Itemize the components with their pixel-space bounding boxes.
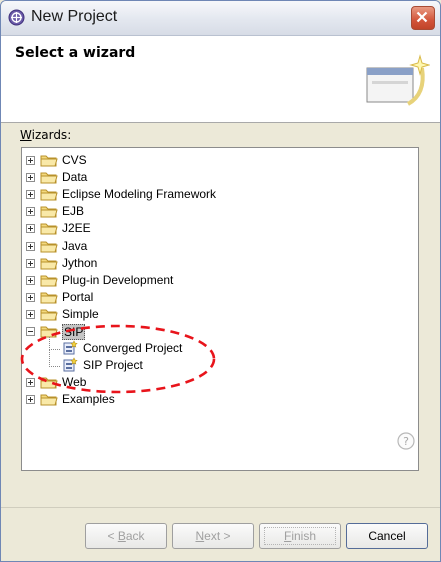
page-title: Select a wizard: [15, 45, 136, 61]
tree-item-label: EJB: [62, 204, 85, 219]
folder-icon: [40, 221, 58, 235]
folder-icon: [40, 324, 58, 338]
tree-child-item[interactable]: Converged Project: [22, 337, 412, 357]
tree-item[interactable]: Eclipse Modeling Framework: [22, 186, 412, 203]
tree-item-label: Java: [62, 238, 88, 253]
expand-icon[interactable]: [26, 207, 35, 217]
wizard-banner-icon: [366, 54, 430, 106]
new-project-dialog: New Project Select a wizard Wizards: CVS…: [0, 0, 441, 562]
folder-icon: [40, 392, 58, 406]
tree-item[interactable]: Examples: [22, 391, 412, 408]
help-icon[interactable]: ?: [396, 431, 416, 451]
folder-icon: [40, 170, 58, 184]
sip-project-icon: [62, 340, 78, 356]
tree-item[interactable]: Portal: [22, 289, 412, 306]
folder-icon: [40, 375, 58, 389]
svg-text:?: ?: [403, 435, 409, 448]
wizard-tree[interactable]: CVS Data Eclipse Modeling Framework EJB J2EE…: [21, 147, 419, 471]
expand-icon[interactable]: [26, 156, 35, 165]
expand-icon[interactable]: [26, 292, 35, 302]
window-title: New Project: [31, 8, 118, 25]
expand-icon[interactable]: [26, 309, 35, 319]
expand-icon[interactable]: [26, 190, 35, 200]
button-bar-separator: [1, 507, 440, 508]
tree-item[interactable]: Data: [22, 169, 412, 186]
folder-icon: [40, 204, 58, 218]
next-button[interactable]: Next >: [172, 523, 254, 549]
tree-item[interactable]: Java: [22, 238, 412, 255]
cancel-button[interactable]: Cancel: [346, 523, 428, 549]
eclipse-new-project-icon: [8, 9, 25, 26]
tree-item[interactable]: Jython: [22, 255, 412, 272]
tree-connector: [49, 349, 60, 368]
folder-icon: [40, 239, 58, 253]
title-bar[interactable]: New Project: [1, 1, 440, 36]
collapse-icon[interactable]: [26, 327, 35, 336]
tree-item-label: Web: [62, 375, 87, 390]
tree-item-label: Portal: [62, 289, 94, 304]
expand-icon[interactable]: [26, 258, 35, 268]
back-button[interactable]: < Back: [85, 523, 167, 549]
finish-button[interactable]: Finish: [259, 523, 341, 549]
close-button[interactable]: [411, 6, 435, 30]
expand-icon[interactable]: [26, 378, 35, 388]
tree-item-label: Plug-in Development: [62, 272, 174, 287]
tree-item-label: Data: [62, 170, 88, 185]
wizard-header: Select a wizard: [1, 36, 440, 123]
tree-child-label: Converged Project: [83, 341, 183, 356]
tree-item[interactable]: Web: [22, 374, 412, 391]
tree-item[interactable]: Plug-in Development: [22, 272, 412, 289]
folder-icon: [40, 187, 58, 201]
tree-connector: [49, 337, 60, 351]
tree-item[interactable]: J2EE: [22, 220, 412, 237]
tree-item-label: Eclipse Modeling Framework: [62, 187, 217, 202]
expand-icon[interactable]: [26, 241, 35, 251]
tree-item[interactable]: Simple: [22, 306, 412, 323]
folder-icon: [40, 273, 58, 287]
tree-item-label: Simple: [62, 306, 99, 321]
folder-icon: [40, 256, 58, 270]
close-icon: [416, 11, 428, 23]
tree-child-item[interactable]: SIP Project: [22, 349, 412, 374]
sip-project-icon: [62, 357, 78, 373]
tree-item-label: Examples: [62, 392, 115, 407]
expand-icon[interactable]: [26, 275, 35, 285]
tree-item[interactable]: CVS: [22, 152, 412, 169]
tree-item[interactable]: EJB: [22, 203, 412, 220]
expand-icon[interactable]: [26, 173, 35, 183]
tree-item[interactable]: SIP: [22, 323, 412, 340]
tree-item-label: J2EE: [62, 221, 91, 236]
tree-item-label: Jython: [62, 255, 98, 270]
folder-icon: [40, 307, 58, 321]
expand-icon[interactable]: [26, 224, 35, 234]
wizards-label: Wizards:: [20, 128, 72, 142]
folder-icon: [40, 153, 58, 167]
tree-child-label: SIP Project: [83, 358, 143, 373]
folder-icon: [40, 290, 58, 304]
expand-icon[interactable]: [26, 395, 35, 405]
tree-item-label: SIP: [62, 324, 86, 340]
tree-item-label: CVS: [62, 153, 87, 167]
